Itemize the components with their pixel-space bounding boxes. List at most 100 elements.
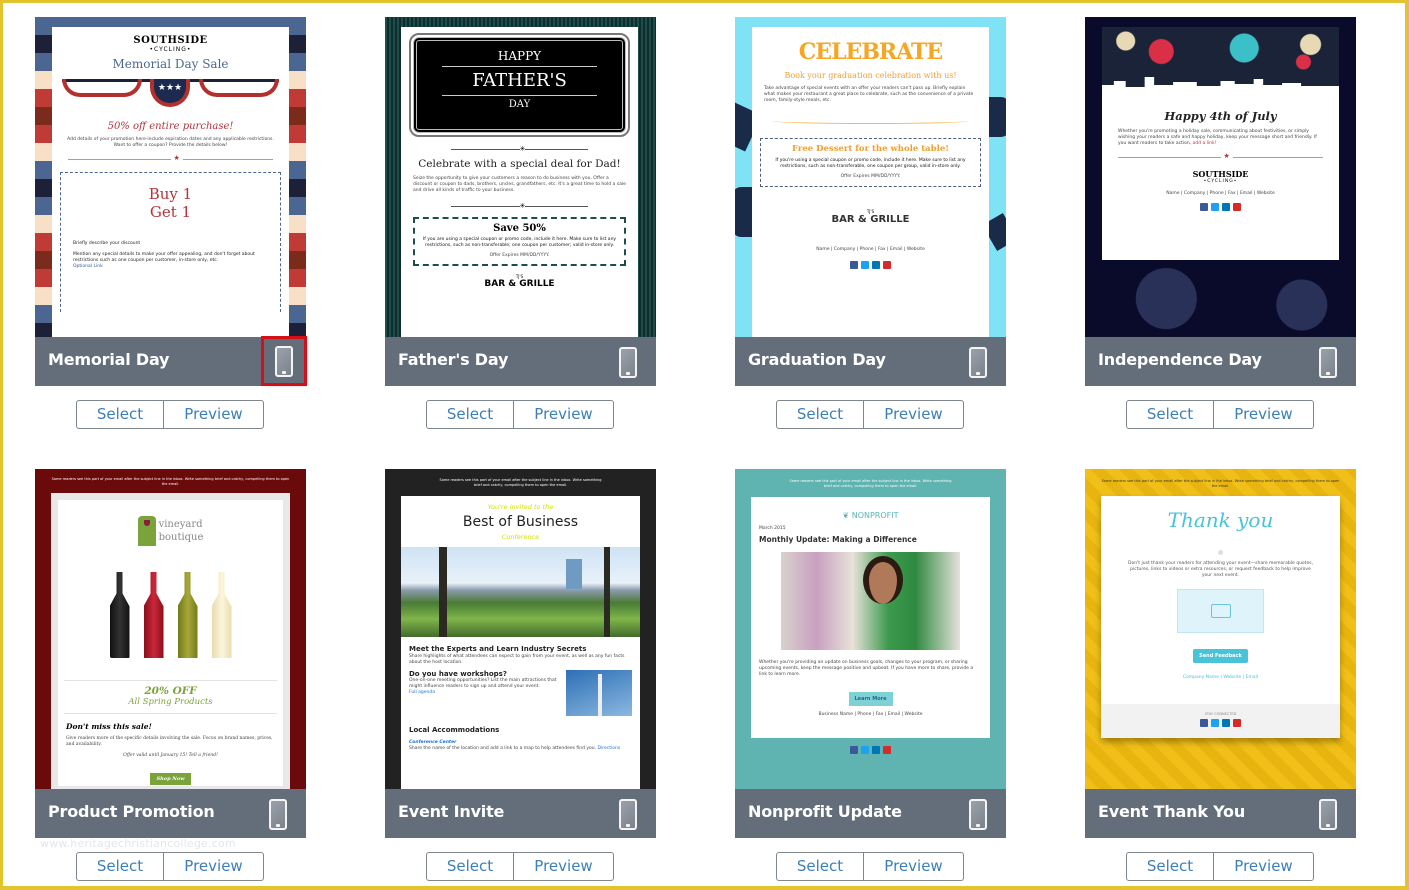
social-icons (752, 261, 989, 269)
mobile-preview-button[interactable] (960, 344, 996, 380)
template-caption: Nonprofit Update (735, 789, 1006, 838)
preview-button[interactable]: Preview (864, 853, 963, 880)
stay-connected-label: STAY CONNECTED (1204, 712, 1237, 716)
coupon-expires: Offer Expires MM/DD/YYYY. (489, 253, 550, 258)
footer-text: Name | Company | Phone | Fax | Email | W… (1166, 191, 1275, 196)
template-card-graduation-day: CELEBRATE Book your graduation celebrati… (735, 17, 1006, 429)
template-thumbnail[interactable]: Some readers see this part of your email… (35, 469, 306, 789)
coupon-body: If you are using a special coupon or pro… (422, 237, 617, 248)
brand-logo: vineyard boutique (58, 500, 283, 546)
template-thumbnail[interactable]: Happy 4th of July Whether you're promoti… (1085, 17, 1356, 337)
select-button[interactable]: Select (777, 853, 864, 880)
invite-kicker: You're invited to the (487, 503, 554, 511)
bunting-banner: ★★★ (62, 79, 279, 107)
select-button[interactable]: Select (77, 401, 164, 428)
template-thumbnail[interactable]: HAPPY FATHER'S DAY ✳ Celebrate with a sp… (385, 17, 656, 337)
footer-text: Name | Company | Phone | Fax | Email | W… (816, 247, 925, 252)
brand-sub: •CYCLING• (149, 46, 192, 53)
template-thumbnail[interactable]: Some readers see this part of your email… (385, 469, 656, 789)
template-caption: Memorial Day (35, 336, 307, 386)
mobile-preview-button[interactable] (261, 336, 307, 386)
offer-sub: All Spring Products (128, 697, 213, 707)
learn-more-cta: Learn More (848, 692, 893, 706)
coupon-title: Free Dessert for the whole table! (791, 144, 949, 154)
social-icons (1102, 203, 1339, 211)
template-caption: Father's Day (385, 337, 656, 386)
template-card-event-invite: Some readers see this part of your email… (385, 469, 656, 881)
mobile-preview-button[interactable] (1310, 796, 1346, 832)
action-button-group: Select Preview (776, 400, 964, 429)
logo: BAR & GRILLE (484, 279, 555, 289)
offer-text: 50% off entire purchase! (107, 121, 234, 132)
select-button[interactable]: Select (427, 401, 514, 428)
mobile-preview-button[interactable] (610, 344, 646, 380)
footer-text: Business Name | Phone | Fax | Email | We… (818, 712, 923, 717)
select-button[interactable]: Select (1127, 401, 1214, 428)
preview-button[interactable]: Preview (514, 853, 613, 880)
offer-text: 20% OFF (144, 685, 197, 697)
invite-sub: Conference (501, 533, 540, 541)
template-title: Nonprofit Update (748, 802, 902, 821)
action-button-group: Select Preview (426, 400, 614, 429)
action-button-group: Select Preview (1126, 852, 1314, 881)
mobile-phone-icon (1319, 798, 1337, 830)
preheader-text: Some readers see this part of your email… (439, 478, 602, 487)
preview-button[interactable]: Preview (164, 401, 263, 428)
select-button[interactable]: Select (77, 853, 164, 880)
send-feedback-cta: Send Feedback (1193, 649, 1248, 663)
email-heading: Celebrate with a special deal for Dad! (418, 158, 621, 170)
banner-line-2: FATHER'S (472, 70, 567, 91)
mobile-preview-button[interactable] (1310, 344, 1346, 380)
body-text: Whether you're providing an update on bu… (759, 660, 974, 677)
template-card-fathers-day: HAPPY FATHER'S DAY ✳ Celebrate with a sp… (385, 17, 656, 429)
directions-link: Directions (597, 746, 621, 751)
email-heading: Best of Business (462, 514, 579, 530)
template-thumbnail[interactable]: Some readers see this part of your email… (1085, 469, 1356, 789)
template-caption: Graduation Day (735, 337, 1006, 386)
select-button[interactable]: Select (777, 401, 864, 428)
preview-button[interactable]: Preview (1214, 401, 1313, 428)
logo: BAR & GRILLE (831, 214, 910, 225)
email-heading: Monthly Update: Making a Difference (759, 535, 917, 544)
bridge-image (566, 670, 632, 716)
template-caption: Independence Day (1085, 337, 1356, 386)
fireworks-skyline-image (1102, 27, 1339, 97)
preview-button[interactable]: Preview (1214, 853, 1313, 880)
body-link: add a link! (1192, 141, 1217, 146)
template-title: Independence Day (1098, 350, 1262, 369)
brand-logo: ❦ NONPROFIT (842, 511, 899, 520)
social-icons (735, 746, 1006, 754)
image-icon (1210, 604, 1231, 618)
select-button[interactable]: Select (1127, 853, 1214, 880)
coupon-line-2: Get 1 (149, 203, 192, 221)
mobile-phone-icon (969, 798, 987, 830)
preview-button[interactable]: Preview (864, 401, 963, 428)
mobile-phone-icon (619, 798, 637, 830)
template-thumbnail[interactable]: CELEBRATE Book your graduation celebrati… (735, 17, 1006, 337)
template-card-independence-day: Happy 4th of July Whether you're promoti… (1085, 17, 1356, 429)
email-heading: Thank you (1167, 508, 1274, 532)
template-title: Father's Day (398, 350, 509, 369)
coupon-box: Free Dessert for the whole table! If you… (760, 138, 981, 187)
email-heading: Memorial Day Sale (112, 57, 229, 71)
mobile-preview-button[interactable] (260, 796, 296, 832)
template-thumbnail[interactable]: SOUTHSIDE •CYCLING• Memorial Day Sale ★★… (35, 17, 306, 337)
coupon-expires: Offer Expires MM/DD/YYYY. (840, 174, 901, 179)
preview-button[interactable]: Preview (164, 853, 263, 880)
action-button-group: Select Preview (426, 852, 614, 881)
mobile-phone-icon (275, 345, 293, 377)
body-text: Take advantage of special events with an… (764, 86, 974, 103)
mobile-preview-button[interactable] (610, 796, 646, 832)
section-1-title: Meet the Experts and Learn Industry Secr… (409, 645, 587, 653)
section-3-title: Local Accommodations (409, 726, 500, 734)
template-thumbnail[interactable]: Some readers see this part of your email… (735, 469, 1006, 789)
preview-button[interactable]: Preview (514, 401, 613, 428)
select-button[interactable]: Select (427, 853, 514, 880)
template-caption: Event Thank You (1085, 789, 1356, 838)
preheader-text: Some readers see this part of your email… (51, 477, 290, 486)
template-title: Event Thank You (1098, 802, 1246, 821)
template-caption: Event Invite (385, 789, 656, 838)
mobile-preview-button[interactable] (960, 796, 996, 832)
section-2-body: One-on-one meeting opportunities? List t… (409, 678, 557, 689)
coupon-line-1: Buy 1 (148, 185, 193, 203)
